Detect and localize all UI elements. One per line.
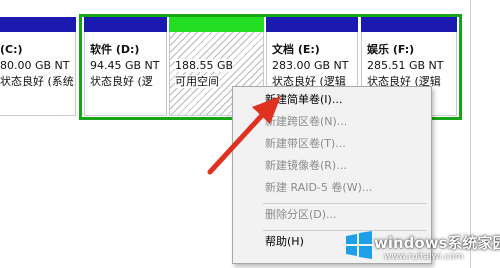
partition-size: 94.45 GB NT — [90, 59, 160, 72]
partition-header — [84, 17, 167, 32]
windows-logo-icon — [346, 231, 372, 259]
partition-status: 状态良好 (逻 — [90, 75, 153, 88]
partition-size: 283.00 GB NT — [272, 59, 349, 72]
partition-size: 188.55 GB — [175, 59, 234, 72]
partition-name: 软件 (D:) — [90, 43, 140, 56]
watermark-logo: windows系统家园 www.ruitaiwi.com — [344, 226, 500, 268]
free-space-header — [169, 17, 264, 32]
partition-header — [266, 17, 358, 32]
partition-c[interactable]: (C:) 80.00 GB NT 状态良好 (系统 — [0, 17, 76, 116]
partition-size: 285.51 GB NT — [367, 59, 444, 72]
partition-status: 状态良好 (系统 — [0, 75, 74, 88]
partition-name: 娱乐 (F:) — [367, 43, 415, 56]
menu-item-new-striped-volume[interactable]: 新建带区卷(T)... — [233, 133, 431, 155]
watermark-brand: windows系统家园 — [374, 234, 500, 252]
menu-item-new-spanned-volume[interactable]: 新建跨区卷(N)... — [233, 111, 431, 133]
menu-item-new-simple-volume[interactable]: 新建简单卷(I)... — [233, 89, 431, 111]
menu-item-delete-partition[interactable]: 删除分区(D)... — [233, 204, 431, 226]
partition-name: (C:) — [0, 43, 23, 56]
menu-item-new-raid5-volume[interactable]: 新建 RAID-5 卷(W)... — [233, 177, 431, 199]
watermark-url: www.ruitaiwi.com — [384, 252, 464, 262]
menu-item-new-mirrored-volume[interactable]: 新建镜像卷(R)... — [233, 155, 431, 177]
partition-status: 可用空间 — [175, 75, 219, 88]
partition-header — [361, 17, 457, 32]
partition-header — [0, 17, 76, 32]
partition-size: 80.00 GB NT — [0, 59, 70, 72]
partition-d[interactable]: 软件 (D:) 94.45 GB NT 状态良好 (逻 — [84, 17, 167, 116]
partition-name: 文档 (E:) — [272, 43, 320, 56]
